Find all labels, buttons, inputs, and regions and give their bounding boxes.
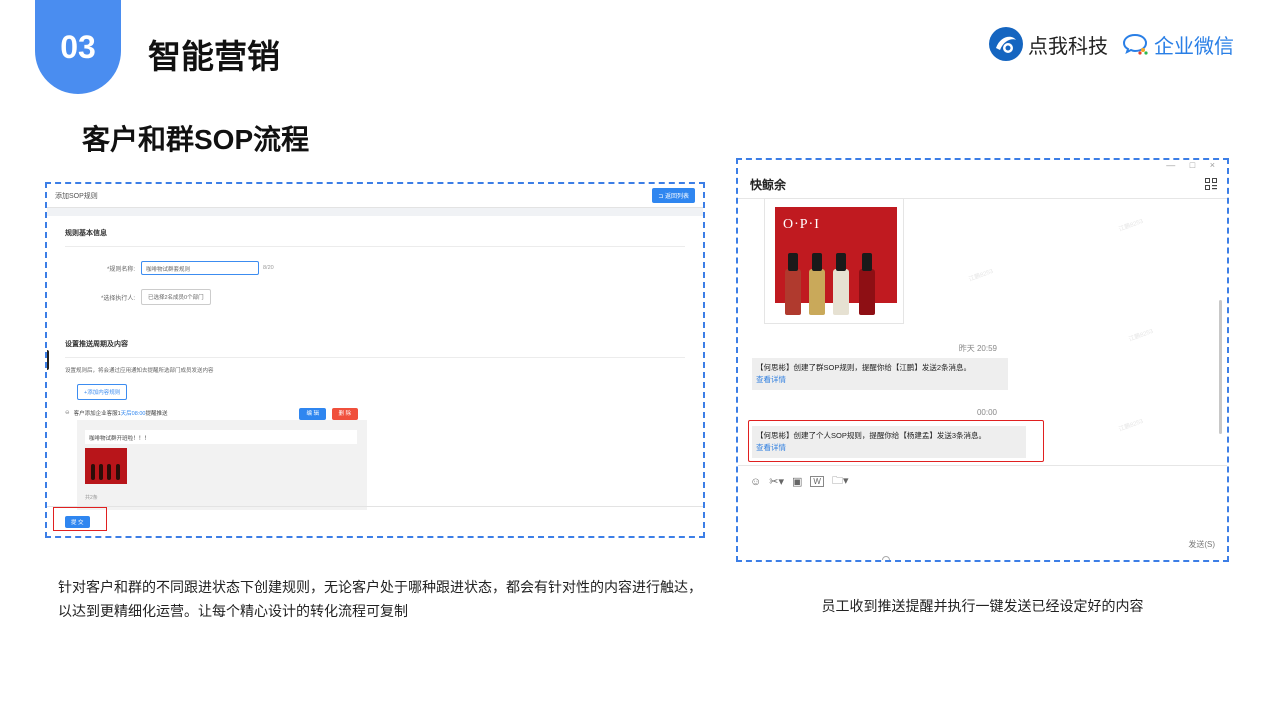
push-description: 设置规则后，将会通过应用通知去提醒所选部门成员发送内容 [65, 368, 214, 374]
rule-text-prefix: 客户添加企业客服1 [73, 411, 121, 417]
rule-name-row: *规则名称: 咖啡物试群套规则 8/20 [65, 261, 685, 275]
wecom-logo-icon [1122, 33, 1148, 55]
edit-button[interactable]: 编 辑 [299, 408, 326, 420]
header-band [47, 208, 703, 216]
product-brand: O·P·I [783, 217, 820, 232]
dianwo-logo: 点我科技 [988, 26, 1108, 62]
message-total: 共2条 [85, 495, 98, 501]
sop-form-header: 添加SOP规则 ⊐ 返回列表 [47, 184, 703, 208]
sop-form-title: 添加SOP规则 [55, 192, 98, 200]
back-to-list-label: 返回列表 [664, 194, 689, 200]
sop-form-body: 规则基本信息 *规则名称: 咖啡物试群套规则 8/20 *选择执行人: 已选择2… [47, 216, 703, 420]
message-text: 咖啡物试群开班啦！！！ [85, 430, 357, 444]
chat-toolbar: ☺ ✂▾ ▣ W 🗀▾ [750, 472, 848, 491]
smile-icon[interactable]: ☺ [750, 476, 761, 488]
input-divider [738, 465, 1227, 466]
add-content-rule-button[interactable]: +添加内容规则 [77, 384, 128, 400]
page-subtitle: 客户和群SOP流程 [82, 124, 310, 155]
right-caption: 员工收到推送提醒并执行一键发送已经设定好的内容 [821, 598, 1144, 614]
left-caption: 针对客户和群的不同跟进状态下创建规则，无论客户处于哪种跟进状态，都会有针对性的内… [58, 579, 702, 619]
executor-label: *选择执行人: [100, 295, 135, 302]
timestamp-1: 昨天 20:59 [958, 344, 997, 353]
watermark: 江鹏8253 [968, 268, 995, 284]
rule-name-input[interactable]: 咖啡物试群套规则 [141, 261, 259, 275]
scissors-icon[interactable]: ✂▾ [769, 475, 784, 488]
wecom-logo: 企业微信 [1122, 30, 1234, 59]
chat-message-1: 【何思彬】创建了群SOP规则，提醒你给【江鹏】发送2条消息。 查看详情 [752, 358, 1008, 390]
bottle-3 [833, 253, 849, 315]
dianwo-logo-text: 点我科技 [1028, 35, 1108, 58]
message-image [85, 448, 127, 484]
rule-text-highlight: 天后08:00 [120, 411, 146, 417]
section-number: 03 [60, 28, 96, 65]
chat-title: 快鲸余 [750, 178, 787, 192]
basic-info-section-title: 规则基本信息 [65, 216, 685, 247]
wecom-chat-screenshot: — □ × 快鲸余 江鹏8253 江鹏8253 江鹏8253 江鹏8253 江鹏… [736, 158, 1229, 562]
product-image[interactable]: O·P·I [764, 198, 904, 324]
watermark: 江鹏8253 [1118, 218, 1145, 234]
rule-text-suffix: 提醒推送 [145, 411, 168, 417]
push-section-title: 设置推送周期及内容 [65, 327, 685, 358]
dianwo-logo-icon [989, 27, 1023, 61]
wecom-logo-text: 企业微信 [1154, 35, 1234, 58]
image-icon[interactable]: ▣ [792, 475, 802, 488]
timestamp-2: 00:00 [976, 408, 997, 417]
slide: 03 智能营销 客户和群SOP流程 点我科技 企业微信 添加SOP规则 ⊐ 返回… [0, 0, 1280, 720]
send-button[interactable]: 发送(S) [1188, 539, 1215, 550]
bottle-2 [809, 253, 825, 315]
form-footer-divider [47, 506, 703, 507]
rule-item: ⊖ 客户添加企业客服1 天后08:00 提醒推送 编 辑 删 除 [65, 408, 685, 420]
message-preview: 咖啡物试群开班啦！！！ 共2条 [77, 420, 367, 510]
message-1-text: 【何思彬】创建了群SOP规则，提醒你给【江鹏】发送2条消息。 [756, 363, 972, 372]
back-to-list-button[interactable]: ⊐ 返回列表 [652, 188, 695, 203]
bottle-4 [859, 253, 875, 315]
resize-dot[interactable] [882, 556, 890, 560]
executor-select[interactable]: 已选择2名成员0个部门 [141, 289, 211, 305]
logo-bar: 点我科技 企业微信 [988, 26, 1234, 62]
word-icon[interactable]: W [810, 476, 824, 487]
submit-button[interactable]: 提 交 [65, 516, 90, 528]
message-1-link[interactable]: 查看详情 [756, 374, 1004, 386]
collapse-icon[interactable]: ⊖ [65, 410, 70, 416]
section-number-tab: 03 [35, 0, 121, 94]
executor-row: *选择执行人: 已选择2名成员0个部门 [65, 289, 685, 305]
bottle-1 [785, 253, 801, 315]
message-highlight-box [748, 420, 1044, 462]
rule-name-label: *规则名称: [106, 266, 135, 273]
delete-button[interactable]: 删 除 [331, 408, 359, 420]
sop-rule-screenshot: 添加SOP规则 ⊐ 返回列表 规则基本信息 *规则名称: 咖啡物试群套规则 8/… [45, 182, 705, 538]
watermark: 江鹏8253 [1118, 418, 1145, 434]
qr-menu-icon[interactable] [1205, 178, 1217, 190]
window-controls[interactable]: — □ × [1166, 160, 1221, 170]
watermark: 江鹏8253 [1128, 328, 1155, 344]
chat-scrollbar[interactable] [1219, 300, 1222, 434]
rule-name-counter: 8/20 [263, 265, 274, 271]
folder-icon[interactable]: 🗀▾ [832, 472, 849, 491]
rule-actions: 编 辑 删 除 [295, 408, 359, 420]
page-title: 智能营销 [148, 38, 280, 75]
